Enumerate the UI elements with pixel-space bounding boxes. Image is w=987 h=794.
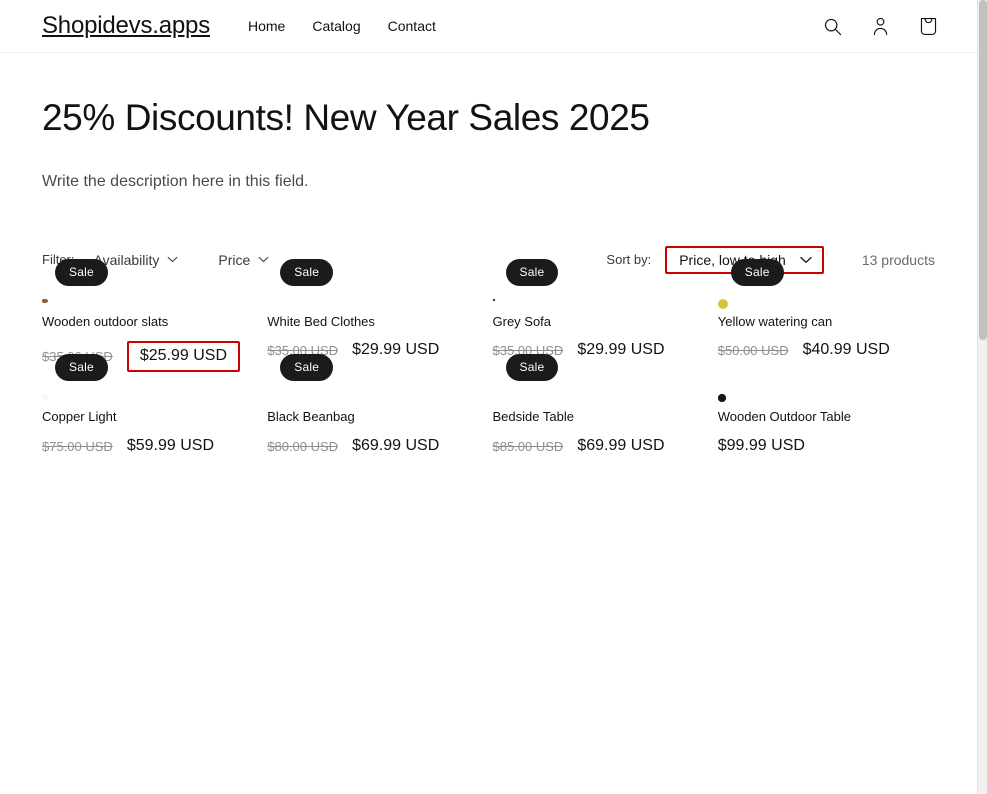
collection-description: Write the description here in this field… [42, 172, 309, 190]
product-title[interactable]: White Bed Clothes [267, 314, 484, 331]
header-actions [819, 13, 941, 39]
nav-link-contact[interactable]: Contact [388, 18, 436, 34]
page-viewport: Shopidevs.apps Home Catalog Contact 25% … [0, 0, 977, 794]
product-grid: Sale Wooden outdoor slats $35.00 USD $25… [0, 258, 977, 516]
nav-link-catalog[interactable]: Catalog [312, 18, 360, 34]
facet-price-label: Price [218, 251, 251, 268]
product-title[interactable]: Copper Light [42, 409, 259, 426]
product-price-group: $99.99 USD [718, 437, 935, 455]
product-compare-price: $80.00 USD [267, 438, 339, 454]
product-title[interactable]: Grey Sofa [493, 314, 710, 331]
product-title[interactable]: Bedside Table [493, 409, 710, 426]
sort-by-label: Sort by: [606, 252, 652, 268]
product-title[interactable]: Wooden Outdoor Table [718, 409, 935, 426]
product-card[interactable]: Sale White Bed Clothes $35.00 USD $29.99… [267, 258, 484, 360]
product-price-group: $80.00 USD $69.99 USD [267, 437, 484, 455]
site-header: Shopidevs.apps Home Catalog Contact [0, 0, 977, 53]
product-card[interactable]: Sale Black Beanbag $80.00 USD $69.99 USD [267, 354, 484, 455]
product-price-group: $75.00 USD $59.99 USD [42, 437, 259, 455]
nav-link-home[interactable]: Home [248, 18, 285, 34]
product-card[interactable]: Sale Grey Sofa $35.00 USD $29.99 USD [492, 258, 710, 360]
product-card[interactable]: Sale Bedside Table $85.00 USD $69.99 USD [493, 354, 710, 455]
product-card[interactable]: Wooden Outdoor Table $99.99 USD [717, 394, 935, 455]
product-title[interactable]: Wooden outdoor slats [42, 314, 259, 331]
product-price: $29.99 USD [352, 341, 440, 359]
product-compare-price: $85.00 USD [492, 438, 564, 454]
chevron-down-icon [167, 256, 178, 263]
main-navigation: Home Catalog Contact [248, 18, 436, 34]
product-price-group: $50.00 USD $40.99 USD [718, 341, 935, 359]
product-compare-price: $75.00 USD [42, 438, 113, 454]
product-price-group: $85.00 USD $69.99 USD [493, 437, 710, 455]
collection-hero: 25% Discounts! New Year Sales 2025 Write… [0, 53, 977, 194]
product-price: $99.99 USD [717, 437, 805, 455]
cart-icon[interactable] [915, 13, 941, 39]
scrollbar-thumb[interactable] [979, 0, 987, 340]
page-title: 25% Discounts! New Year Sales 2025 [42, 97, 650, 138]
product-price: $40.99 USD [802, 341, 890, 359]
site-logo[interactable]: Shopidevs.apps [42, 12, 210, 40]
product-title[interactable]: Yellow watering can [718, 314, 935, 331]
product-price: $69.99 USD [352, 437, 440, 455]
facet-price[interactable]: Price [218, 248, 269, 272]
product-price: $59.99 USD [126, 437, 214, 455]
facets-and-sorting: Filter: Availability Price Sort by: Pric… [0, 245, 977, 274]
product-count: 13 products [861, 251, 935, 268]
product-card[interactable]: Sale Copper Light $75.00 USD $59.99 USD [42, 354, 259, 455]
search-icon[interactable] [819, 13, 845, 39]
product-price: $69.99 USD [577, 437, 665, 455]
chevron-down-icon [800, 256, 812, 263]
account-icon[interactable] [867, 13, 893, 39]
product-price: $25.99 USD [126, 341, 240, 373]
product-compare-price: $50.00 USD [717, 342, 789, 358]
product-card[interactable]: Sale Yellow watering can $50.00 USD $40.… [717, 258, 935, 360]
chevron-down-icon [258, 256, 269, 263]
product-price: $29.99 USD [577, 341, 665, 359]
page-scrollbar[interactable] [977, 0, 987, 794]
product-title[interactable]: Black Beanbag [267, 409, 484, 426]
